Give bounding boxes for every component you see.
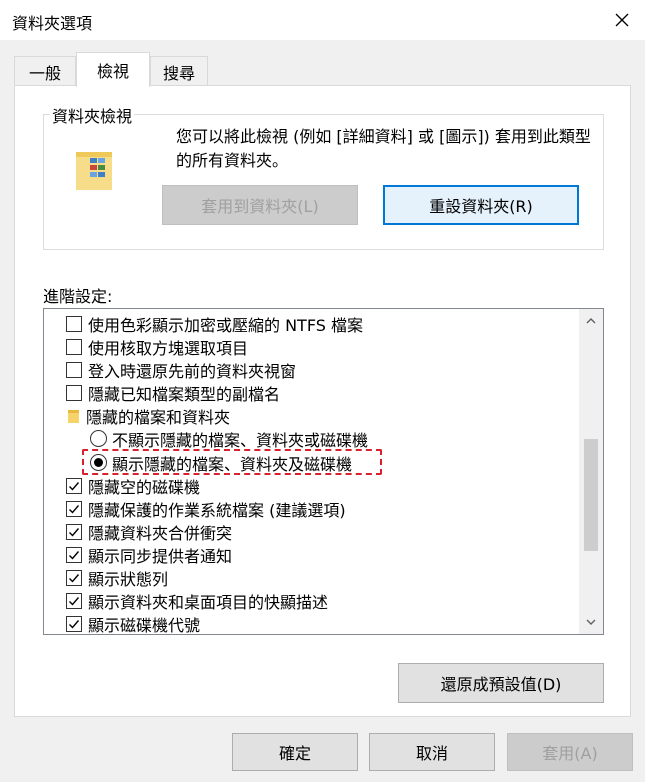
restore-defaults-label: 還原成預設值(D) [440,675,562,694]
checkmark-icon [69,550,80,560]
checkbox-checked[interactable] [66,592,82,609]
checkbox[interactable] [66,338,82,355]
close-icon [615,13,629,27]
list-item[interactable]: 顯示同步提供者通知 [66,543,232,566]
list-item-label: 隱藏資料夾合併衝突 [88,523,233,543]
list-item[interactable]: 隱藏空的磁碟機 [66,474,200,497]
checkbox[interactable] [66,315,82,332]
highlight-annotation [82,449,382,475]
checkbox-checked[interactable] [66,500,82,517]
advanced-settings-list[interactable]: 使用色彩顯示加密或壓縮的 NTFS 檔案 使用核取方塊選取項目 登入時還原先前的… [43,308,604,635]
scroll-thumb[interactable] [584,439,598,551]
reset-folders-label: 重設資料夾(R) [429,197,533,216]
list-item[interactable]: 顯示狀態列 [66,566,168,589]
vertical-scrollbar[interactable] [579,309,603,634]
list-item[interactable]: 登入時還原先前的資料夾視窗 [66,358,296,381]
title-bar: 資料夾選項 [0,0,645,40]
list-item-label: 顯示同步提供者通知 [88,546,233,566]
folder-views-legend: 資料夾檢視 [50,103,135,127]
tab-view-label: 檢視 [96,62,129,81]
tab-search-label: 搜尋 [162,63,195,83]
cancel-button[interactable]: 取消 [369,733,495,771]
scroll-up-button[interactable] [579,311,603,331]
list-item[interactable]: 隱藏已知檔案類型的副檔名 [66,381,280,404]
list-item[interactable]: 不顯示隱藏的檔案、資料夾或磁碟機 [90,427,368,450]
list-item-label: 使用色彩顯示加密或壓縮的 NTFS 檔案 [88,315,363,335]
checkmark-icon [69,504,80,514]
list-item[interactable]: 使用核取方塊選取項目 [66,335,248,358]
checkbox[interactable] [66,384,82,401]
list-item-label: 顯示資料夾和桌面項目的快顯描述 [88,592,329,612]
ok-button[interactable]: 確定 [232,733,358,771]
apply-button[interactable]: 套用(A) [507,733,633,771]
view-tab-panel: 資料夾檢視 您可以將此檢視 (例如 [詳細資料] 或 [圖示]) 套用到此類型的… [14,85,631,717]
folder-views-icon [76,152,112,190]
list-item-label: 登入時還原先前的資料夾視窗 [88,361,297,381]
checkmark-icon [69,573,80,583]
list-item-label: 隱藏已知檔案類型的副檔名 [88,384,281,404]
tab-general[interactable]: 一般 [14,56,76,86]
list-item[interactable]: 顯示磁碟機代號 [66,612,201,635]
list-item-label: 不顯示隱藏的檔案、資料夾或磁碟機 [112,430,369,450]
list-item[interactable]: 顯示資料夾和桌面項目的快顯描述 [66,589,328,612]
cancel-label: 取消 [415,744,448,763]
list-item-label: 隱藏保護的作業系統檔案 (建議選項) [88,500,346,520]
chevron-down-icon [586,619,596,625]
folder-icon [68,409,79,423]
apply-to-folders-label: 套用到資料夾(L) [201,197,319,216]
list-item-label: 顯示磁碟機代號 [88,615,201,635]
list-item-label: 使用核取方塊選取項目 [88,338,249,358]
reset-folders-button[interactable]: 重設資料夾(R) [383,185,579,225]
list-item[interactable]: 隱藏資料夾合併衝突 [66,520,232,543]
list-item-label: 顯示狀態列 [88,569,169,589]
folder-views-group: 資料夾檢視 您可以將此檢視 (例如 [詳細資料] 或 [圖示]) 套用到此類型的… [43,103,604,250]
checkmark-icon [69,596,80,606]
checkbox-checked[interactable] [66,477,82,494]
tab-general-label: 一般 [28,63,61,83]
apply-label: 套用(A) [542,744,598,763]
restore-defaults-button[interactable]: 還原成預設值(D) [398,663,604,703]
tab-search[interactable]: 搜尋 [150,56,208,86]
window-title: 資料夾選項 [12,14,93,33]
folder-views-description: 您可以將此檢視 (例如 [詳細資料] 或 [圖示]) 套用到此類型的所有資料夾。 [176,127,591,170]
checkbox[interactable] [66,361,82,378]
checkbox-checked[interactable] [66,546,82,563]
apply-to-folders-button[interactable]: 套用到資料夾(L) [162,185,358,225]
close-button[interactable] [599,0,645,40]
radio-button[interactable] [90,430,107,447]
checkmark-icon [69,619,80,629]
checkmark-icon [69,481,80,491]
ok-label: 確定 [278,744,311,763]
checkbox-checked[interactable] [66,569,82,586]
list-item[interactable]: 隱藏保護的作業系統檔案 (建議選項) [66,497,346,520]
checkbox-checked[interactable] [66,615,82,632]
tab-view[interactable]: 檢視 [76,52,150,87]
checkmark-icon [69,527,80,537]
list-item-group: 隱藏的檔案和資料夾 [68,404,230,427]
scroll-down-button[interactable] [579,612,603,632]
list-item-label: 隱藏的檔案和資料夾 [86,407,231,427]
chevron-up-icon [586,318,596,324]
list-item[interactable]: 使用色彩顯示加密或壓縮的 NTFS 檔案 [66,312,363,335]
advanced-settings-label: 進階設定: [43,287,113,306]
checkbox-checked[interactable] [66,523,82,540]
list-item-label: 隱藏空的磁碟機 [88,477,201,497]
